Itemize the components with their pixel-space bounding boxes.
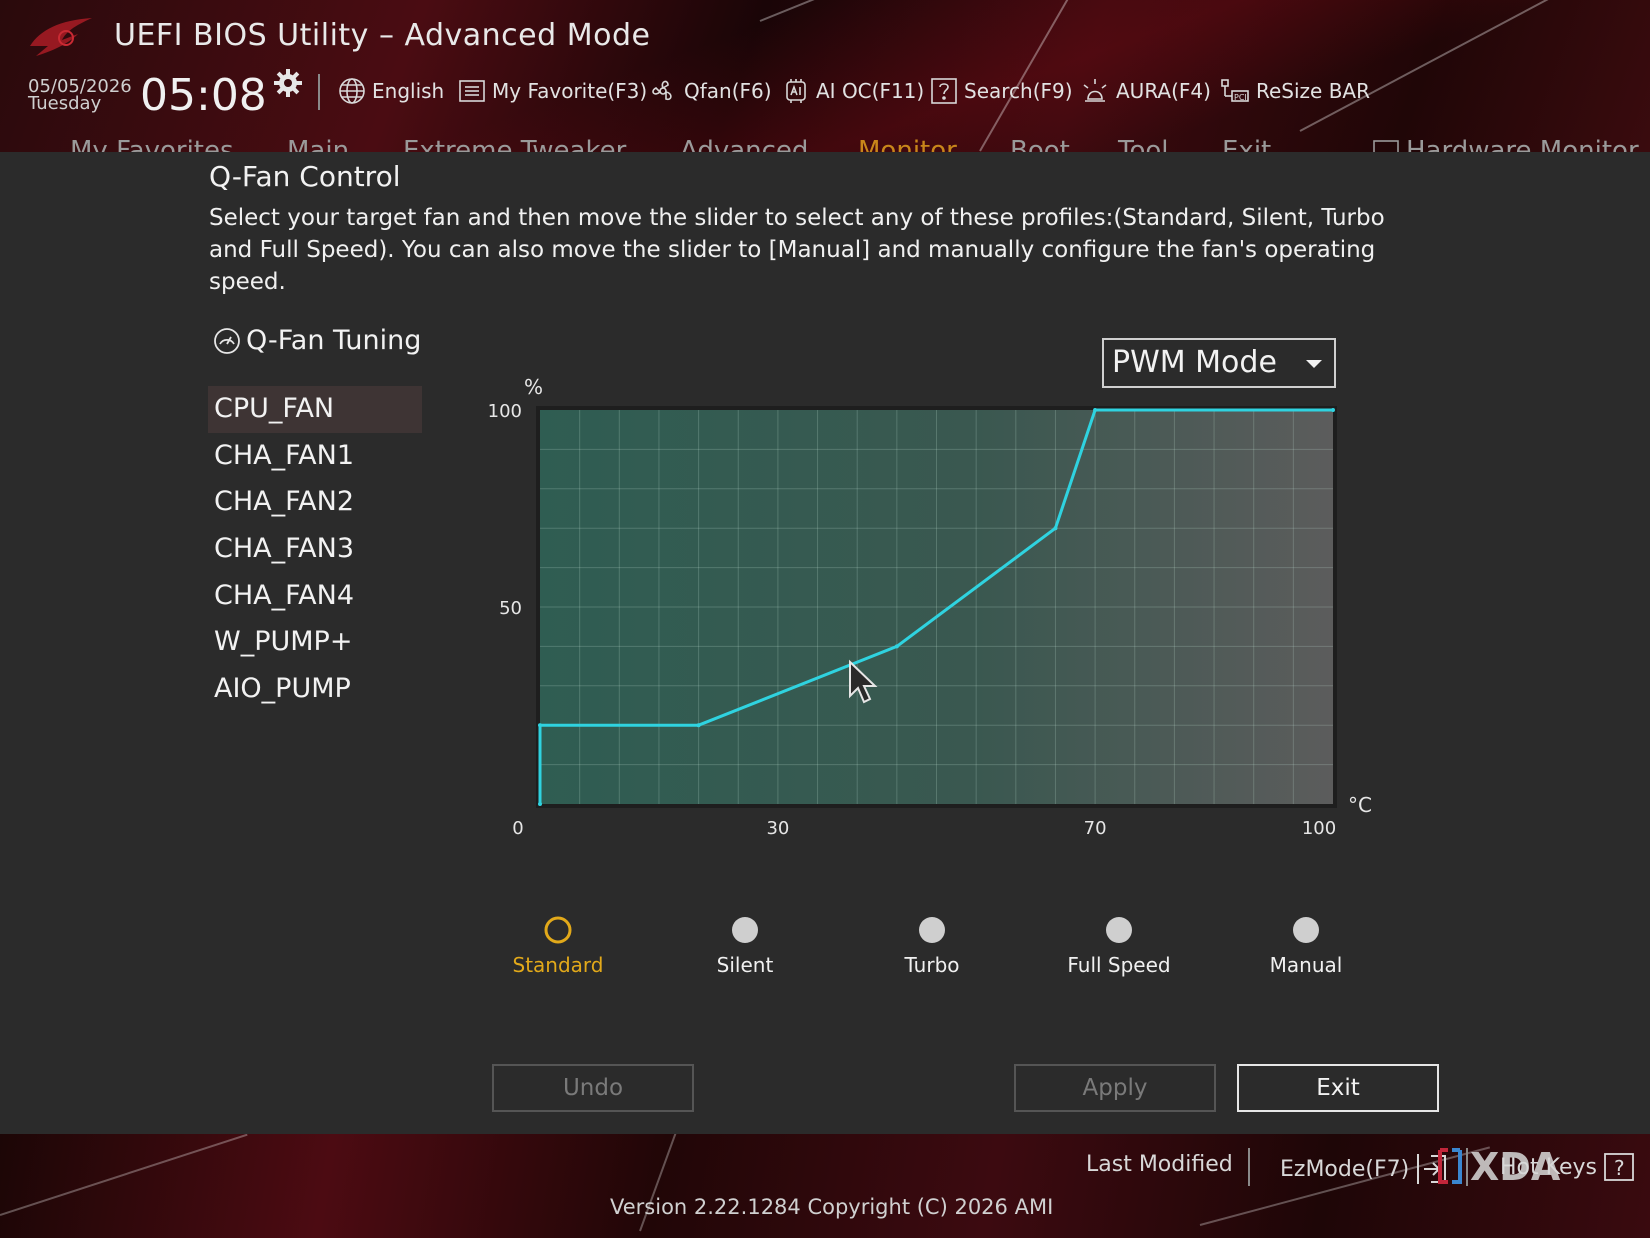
tab-my-favorites[interactable]: My Favorites (70, 136, 234, 152)
last-modified-button[interactable]: Last Modified (1086, 1152, 1233, 1177)
ezmode-label: EzMode(F7) (1280, 1156, 1410, 1182)
fan-icon (652, 80, 672, 101)
profile-knob-turbo[interactable] (919, 917, 945, 943)
app-title: UEFI BIOS Utility – Advanced Mode (114, 18, 651, 53)
tab-main[interactable]: Main (287, 136, 349, 152)
exit-button[interactable]: Exit (1237, 1064, 1439, 1112)
dialog-description: Select your target fan and then move the… (209, 205, 1385, 295)
y-axis-unit: % (524, 375, 543, 399)
fan-curve-chart[interactable]: 0 30 70 100 100 50 % °C (470, 368, 1390, 848)
hardware-monitor-tab[interactable]: Hardware Monitor (1372, 136, 1639, 152)
toolbar-ai-oc[interactable]: AI OC(F11) (782, 76, 924, 106)
curve-point[interactable] (1331, 408, 1335, 412)
toolbar-my-favorite-label: My Favorite(F3) (492, 79, 648, 103)
xda-watermark: XDA (1438, 1145, 1561, 1188)
tab-tool[interactable]: Tool (1118, 136, 1169, 152)
fan-list: CPU_FAN CHA_FAN1 CHA_FAN2 CHA_FAN3 CHA_F… (208, 386, 422, 713)
toolbar-search[interactable]: Search(F9) (930, 76, 1073, 106)
toolbar-my-favorite[interactable]: My Favorite(F3) (458, 76, 647, 106)
tab-exit[interactable]: Exit (1222, 136, 1271, 152)
toolbar-qfan[interactable]: Qfan(F6) (648, 76, 772, 106)
curve-point[interactable] (538, 802, 542, 806)
y-tick-label: 50 (499, 598, 522, 619)
fan-item-cha-fan2[interactable]: CHA_FAN2 (208, 479, 422, 526)
toolbar-resize-bar-label: ReSize BAR (1256, 79, 1371, 103)
fan-item-w-pump[interactable]: W_PUMP+ (208, 619, 422, 666)
rog-logo (30, 18, 92, 56)
y-tick-label: 100 (488, 401, 522, 422)
hardware-monitor-label: Hardware Monitor (1406, 136, 1639, 152)
tab-extreme-tweaker[interactable]: Extreme Tweaker (403, 136, 626, 152)
profile-label-manual[interactable]: Manual (1226, 953, 1386, 977)
toolbar-resize-bar[interactable]: PCI ReSize BAR (1220, 76, 1370, 106)
toolbar-ai-oc-label: AI OC(F11) (816, 79, 925, 103)
footer-divider (1248, 1148, 1250, 1186)
fan-item-cha-fan3[interactable]: CHA_FAN3 (208, 526, 422, 573)
toolbar-divider (318, 74, 320, 110)
tuning-gauge-icon (214, 327, 240, 354)
undo-button[interactable]: Undo (492, 1064, 694, 1112)
toolbar-search-label: Search(F9) (964, 79, 1073, 103)
apply-button[interactable]: Apply (1014, 1064, 1216, 1112)
monitor-icon (1373, 140, 1399, 152)
search-help-icon (931, 78, 957, 104)
x-tick-label: 100 (1302, 818, 1336, 839)
fan-item-cha-fan4[interactable]: CHA_FAN4 (208, 573, 422, 620)
profile-knob-silent[interactable] (732, 917, 758, 943)
fan-item-cpu-fan[interactable]: CPU_FAN (208, 386, 422, 433)
gear-icon[interactable] (273, 68, 303, 98)
toolbar-aura-label: AURA(F4) (1116, 79, 1211, 103)
main-tabs: My Favorites Main Extreme Tweaker Advanc… (0, 132, 1650, 152)
svg-text:PCI: PCI (1234, 93, 1247, 102)
profile-track (544, 916, 1319, 944)
toolbar-qfan-label: Qfan(F6) (684, 79, 772, 103)
version-text: Version 2.22.1284 Copyright (C) 2026 AMI (610, 1195, 1054, 1219)
curve-point[interactable] (894, 644, 899, 649)
tab-boot[interactable]: Boot (1010, 136, 1070, 152)
qfan-tuning-label: Q-Fan Tuning (246, 325, 422, 356)
grid-lines (540, 410, 1333, 804)
toolbar-english[interactable]: English (338, 76, 444, 106)
tab-monitor[interactable]: Monitor (858, 136, 957, 152)
curve-point[interactable] (538, 723, 542, 728)
profile-knob-manual[interactable] (1293, 917, 1319, 943)
x-tick-label: 0 (512, 818, 523, 839)
profile-label-silent[interactable]: Silent (665, 953, 825, 977)
toolbar-aura[interactable]: AURA(F4) (1080, 76, 1211, 106)
dialog-title: Q-Fan Control (209, 160, 401, 193)
tab-advanced[interactable]: Advanced (680, 136, 808, 152)
aura-light-icon (1083, 79, 1107, 102)
x-tick-label: 30 (766, 818, 789, 839)
ai-oc-icon (786, 79, 806, 103)
toolbar-english-label: English (372, 79, 445, 103)
ezmode-button[interactable]: EzMode(F7) (1280, 1152, 1449, 1186)
x-axis-unit: °C (1348, 793, 1372, 817)
curve-point[interactable] (1053, 526, 1058, 531)
footer-bar: Last Modified EzMode(F7) Hot Keys ? Vers… (0, 1134, 1650, 1238)
help-icon: ? (1604, 1153, 1634, 1181)
profile-label-turbo[interactable]: Turbo (852, 953, 1012, 977)
svg-text:?: ? (1614, 1156, 1625, 1180)
fan-item-aio-pump[interactable]: AIO_PUMP (208, 666, 422, 713)
profile-label-standard[interactable]: Standard (478, 953, 638, 977)
favorite-list-icon (459, 80, 485, 102)
weekday-text: Tuesday (28, 93, 102, 114)
qfan-tuning-button[interactable]: Q-Fan Tuning (212, 325, 421, 356)
profile-label-full-speed[interactable]: Full Speed (1039, 953, 1199, 977)
header-bar: UEFI BIOS Utility – Advanced Mode 05/05/… (0, 0, 1650, 152)
date-display: 05/05/2026 Tuesday (28, 78, 132, 114)
globe-icon (339, 78, 365, 104)
profile-knob-standard[interactable] (544, 916, 572, 944)
curve-point[interactable] (1093, 408, 1098, 412)
svg-text:XDA: XDA (1470, 1145, 1561, 1188)
clock-time: 05:08 (140, 70, 267, 121)
resize-bar-icon: PCI (1221, 79, 1249, 102)
profile-slider[interactable]: Standard Silent Turbo Full Speed Manual (513, 900, 1342, 980)
fan-item-cha-fan1[interactable]: CHA_FAN1 (208, 433, 422, 480)
profile-knob-full-speed[interactable] (1106, 917, 1132, 943)
curve-point[interactable] (696, 723, 701, 728)
chevron-down-icon (1306, 360, 1322, 368)
x-tick-label: 70 (1084, 818, 1107, 839)
